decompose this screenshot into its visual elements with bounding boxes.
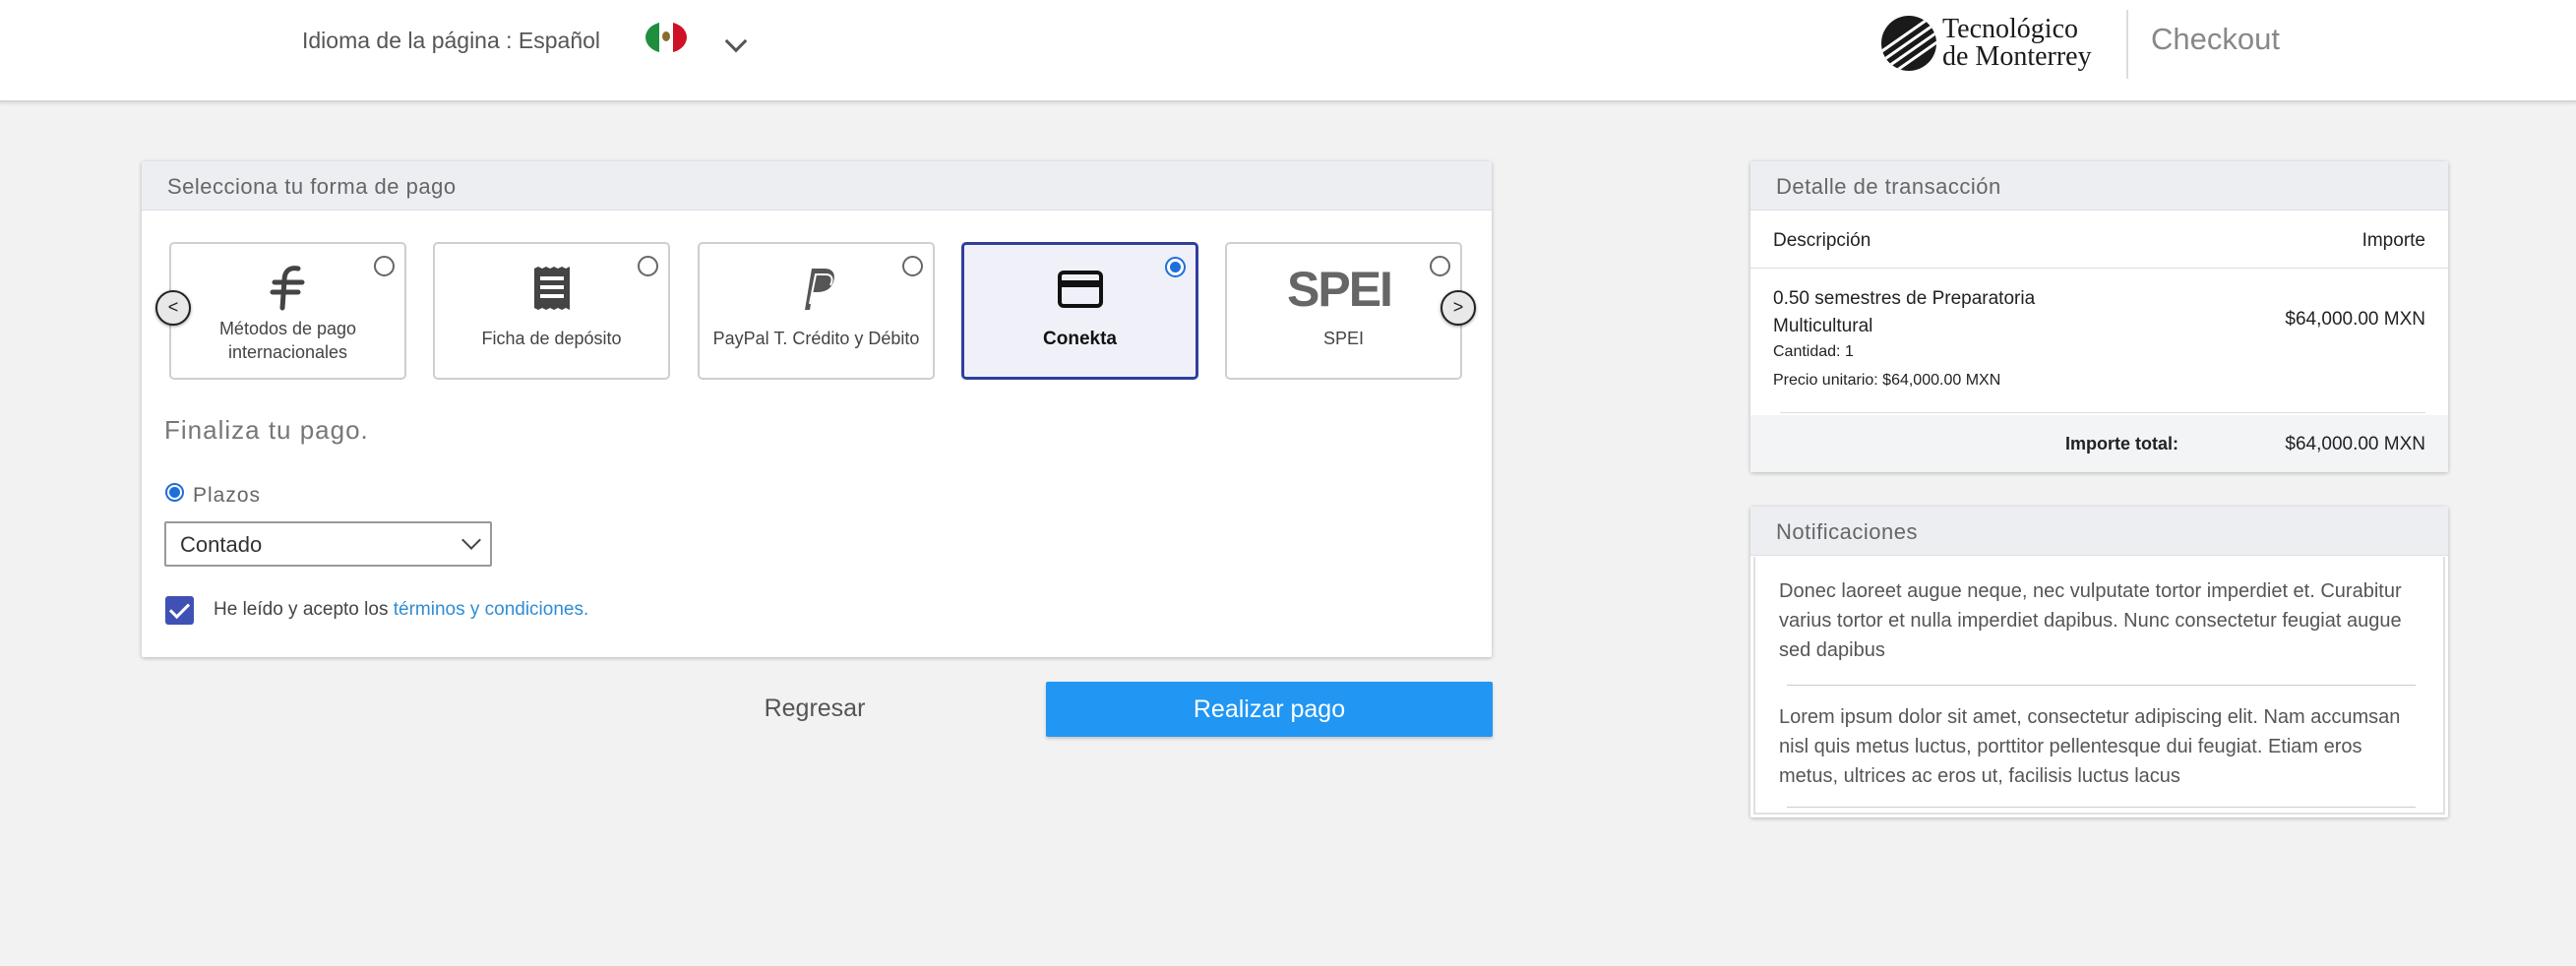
chevron-down-icon[interactable] (724, 30, 748, 53)
payment-option-label: PayPal T. Crédito y Débito (712, 329, 920, 348)
description-column-header: Descripción (1773, 230, 1871, 251)
radio-button[interactable] (638, 256, 658, 276)
notification-item: Donec laoreet augue neque, nec vulputate… (1779, 580, 2402, 661)
plazos-select-value: Contado (180, 532, 263, 557)
carousel-next-button[interactable]: > (1441, 290, 1476, 326)
terms-text: He leído y acepto los términos y condici… (214, 599, 588, 621)
carousel-prev-button[interactable]: < (155, 290, 191, 326)
mexico-flag-icon[interactable] (645, 22, 687, 53)
plazos-label: Plazos (193, 484, 262, 507)
terms-checkbox[interactable] (165, 596, 194, 625)
payment-option-conekta[interactable]: Conekta (961, 242, 1198, 380)
payment-section-title: Selecciona tu forma de pago (142, 161, 1492, 211)
item-amount: $64,000.00 MXN (2285, 309, 2425, 330)
transaction-detail-card: Detalle de transacción Descripción Impor… (1750, 161, 2448, 472)
svg-text:SPEI: SPEI (1287, 265, 1391, 312)
payment-option-spei[interactable]: SPEI SPEI (1225, 242, 1462, 380)
payment-option-label: Métodos de pago internacionales (218, 319, 357, 362)
divider (1787, 807, 2416, 808)
plazos-radio[interactable] (165, 483, 184, 502)
logo-text: Tecnológico de Monterrey (1942, 14, 2092, 72)
notifications-title: Notificaciones (1750, 507, 2448, 556)
payment-option-deposit[interactable]: Ficha de depósito (433, 242, 670, 380)
notifications-list: Donec laoreet augue neque, nec vulputate… (1753, 557, 2445, 815)
radio-button[interactable] (1165, 257, 1186, 277)
radio-button[interactable] (902, 256, 923, 276)
tec-logo-mark-icon (1881, 16, 1936, 71)
payment-option-label: Conekta (1043, 329, 1117, 349)
total-label: Importe total: (2065, 434, 2178, 453)
credit-card-icon (964, 265, 1196, 314)
spei-logo: SPEI (1227, 264, 1460, 313)
divider (1787, 685, 2416, 686)
amount-column-header: Importe (2361, 230, 2425, 251)
paypal-icon (700, 264, 933, 313)
pay-button[interactable]: Realizar pago (1046, 682, 1493, 737)
notification-item: Lorem ipsum dolor sit amet, consectetur … (1779, 706, 2401, 787)
payment-option-label: SPEI (1322, 329, 1365, 348)
terms-label: He leído y acepto los (214, 599, 394, 620)
payment-method-card: Selecciona tu forma de pago Métodos de p… (142, 161, 1492, 657)
item-quantity: Cantidad: 1 (1773, 343, 1854, 360)
finalize-heading: Finaliza tu pago. (164, 415, 369, 445)
plazos-select[interactable]: Contado (164, 521, 492, 567)
payment-option-label: Ficha de depósito (481, 329, 622, 348)
header-divider (2126, 10, 2128, 79)
notifications-card: Notificaciones Donec laoreet augue neque… (1750, 507, 2448, 817)
transaction-table-header: Descripción Importe (1750, 211, 2448, 269)
item-description: 0.50 semestres de Preparatoria Multicult… (1773, 288, 2036, 336)
page-title: Checkout (2151, 22, 2280, 56)
radio-button[interactable] (374, 256, 395, 276)
top-header: Idioma de la página : Español Tecnológic… (0, 0, 2576, 102)
terms-link[interactable]: términos y condiciones. (394, 599, 589, 620)
chevron-down-icon (461, 530, 481, 550)
language-label: Idioma de la página : Español (302, 28, 601, 53)
payment-option-paypal[interactable]: PayPal T. Crédito y Débito (698, 242, 935, 380)
tec-logo: Tecnológico de Monterrey (1881, 14, 2100, 75)
flywire-icon (171, 264, 404, 313)
back-button[interactable]: Regresar (708, 681, 921, 736)
receipt-icon (435, 264, 668, 313)
transaction-total-row: Importe total: $64,000.00 MXN (1750, 415, 2448, 472)
total-value: $64,000.00 MXN (2285, 434, 2425, 454)
radio-button[interactable] (1430, 256, 1450, 276)
divider (1780, 412, 2425, 413)
payment-option-international[interactable]: Métodos de pago internacionales (169, 242, 406, 380)
transaction-title: Detalle de transacción (1750, 161, 2448, 211)
item-unit-price: Precio unitario: $64,000.00 MXN (1773, 372, 2001, 389)
